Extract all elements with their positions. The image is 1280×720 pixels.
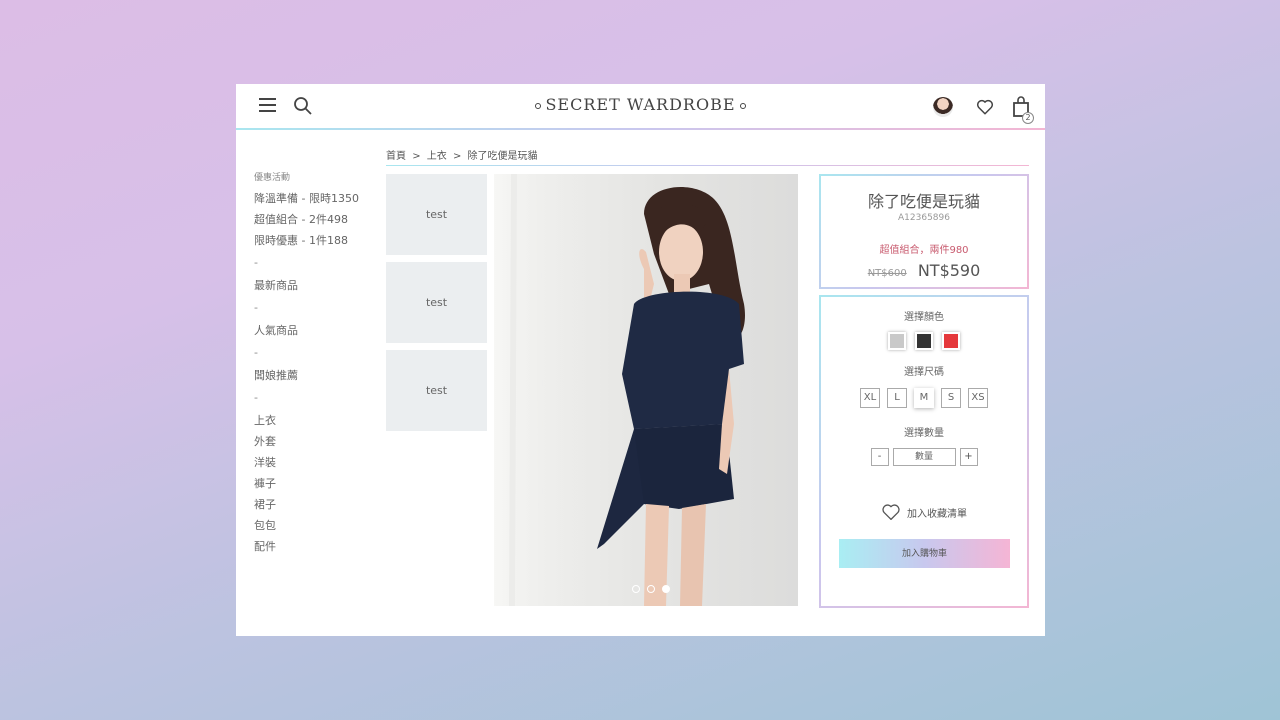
sidebar-item-promo[interactable]: 超值組合 - 2件498 — [254, 209, 384, 230]
heart-icon[interactable] — [976, 98, 994, 116]
sidebar-item-category[interactable]: 配件 — [254, 536, 384, 557]
breadcrumb-category[interactable]: 上衣 — [427, 151, 447, 162]
sidebar-item-promo[interactable]: 降溫準備 - 限時1350 — [254, 188, 384, 209]
quantity-input[interactable] — [892, 448, 956, 466]
heart-icon — [882, 504, 900, 521]
sidebar-item-new[interactable]: 最新商品 — [254, 275, 384, 296]
sidebar-item-category[interactable]: 洋裝 — [254, 452, 384, 473]
sidebar-separator: - — [254, 256, 258, 269]
product-thumbnail[interactable]: test — [386, 262, 487, 343]
carousel-indicators — [632, 585, 670, 593]
sidebar-item-category[interactable]: 褲子 — [254, 473, 384, 494]
carousel-dot[interactable] — [632, 585, 640, 593]
sidebar-item-popular[interactable]: 人氣商品 — [254, 320, 384, 341]
sidebar-item-recommend[interactable]: 闆娘推薦 — [254, 365, 384, 386]
size-option-xl[interactable]: XL — [860, 388, 880, 408]
brand-name: SECRET WARDROBE — [545, 95, 736, 114]
sidebar-promo-label: 優惠活動 — [254, 173, 291, 183]
sidebar-item-promo[interactable]: 限時優惠 - 1件188 — [254, 230, 384, 251]
sidebar: 優惠活動 降溫準備 - 限時1350 超值組合 - 2件498 限時優惠 - 1… — [254, 170, 384, 557]
size-options: XL L M S XS — [821, 388, 1027, 408]
product-name: 除了吃便是玩貓 — [867, 192, 980, 211]
color-swatch-red[interactable] — [942, 332, 960, 350]
promo-text: 超值組合，兩件980 — [879, 245, 969, 256]
breadcrumb-home[interactable]: 首頁 — [386, 151, 406, 162]
breadcrumb-current: 除了吃便是玩貓 — [467, 151, 538, 162]
shop-window: SECRET WARDROBE 2 優惠活動 降溫準備 - 限時1350 超值組… — [236, 84, 1045, 636]
breadcrumb-divider — [386, 165, 1029, 166]
add-to-wishlist-button[interactable]: 加入收藏清單 — [821, 503, 1027, 521]
cart-count-badge: 2 — [1022, 112, 1034, 124]
carousel-dot[interactable] — [647, 585, 655, 593]
size-option-s[interactable]: S — [941, 388, 961, 408]
product-thumbnail[interactable]: test — [386, 174, 487, 255]
sidebar-separator: - — [254, 301, 258, 314]
sidebar-item-category[interactable]: 上衣 — [254, 410, 384, 431]
quantity-decrease-button[interactable]: - — [870, 448, 889, 466]
breadcrumb: 首頁 > 上衣 > 除了吃便是玩貓 — [386, 147, 541, 162]
breadcrumb-separator: > — [452, 151, 462, 162]
sidebar-item-category[interactable]: 包包 — [254, 515, 384, 536]
quantity-increase-button[interactable]: + — [959, 448, 978, 466]
product-main-image[interactable] — [494, 174, 798, 606]
color-title: 選擇顏色 — [904, 312, 944, 323]
header-divider — [236, 128, 1045, 130]
quantity-stepper: - + — [821, 448, 1027, 466]
wishlist-label: 加入收藏清單 — [907, 508, 967, 520]
sidebar-separator: - — [254, 391, 258, 404]
quantity-title: 選擇數量 — [904, 428, 944, 439]
sidebar-item-category[interactable]: 外套 — [254, 431, 384, 452]
size-title: 選擇尺碼 — [904, 367, 944, 378]
brand-logo[interactable]: SECRET WARDROBE — [236, 95, 1045, 114]
color-swatch-black[interactable] — [915, 332, 933, 350]
sidebar-separator: - — [254, 346, 258, 359]
model-photo — [494, 174, 745, 606]
breadcrumb-separator: > — [412, 151, 421, 162]
product-info-box: 除了吃便是玩貓 A12365896 超值組合，兩件980 NT$600 NT$5… — [819, 174, 1029, 289]
price-row: NT$600 NT$590 — [821, 261, 1027, 280]
color-swatch-gray[interactable] — [888, 332, 906, 350]
header: SECRET WARDROBE 2 — [236, 84, 1045, 130]
size-option-m[interactable]: M — [914, 388, 934, 408]
carousel-dot-active[interactable] — [662, 585, 670, 593]
product-options-box: 選擇顏色 選擇尺碼 XL L M S XS 選擇數量 - + 加入收藏清單 加入… — [819, 295, 1029, 608]
size-option-l[interactable]: L — [887, 388, 907, 408]
product-sku: A12365896 — [898, 213, 950, 223]
product-thumbnail[interactable]: test — [386, 350, 487, 431]
sidebar-item-category[interactable]: 裙子 — [254, 494, 384, 515]
add-to-cart-button[interactable]: 加入購物車 — [839, 539, 1010, 568]
avatar[interactable] — [933, 97, 953, 117]
size-option-xs[interactable]: XS — [968, 388, 988, 408]
color-swatches — [821, 332, 1027, 350]
original-price: NT$600 — [867, 268, 907, 279]
sale-price: NT$590 — [917, 261, 981, 280]
